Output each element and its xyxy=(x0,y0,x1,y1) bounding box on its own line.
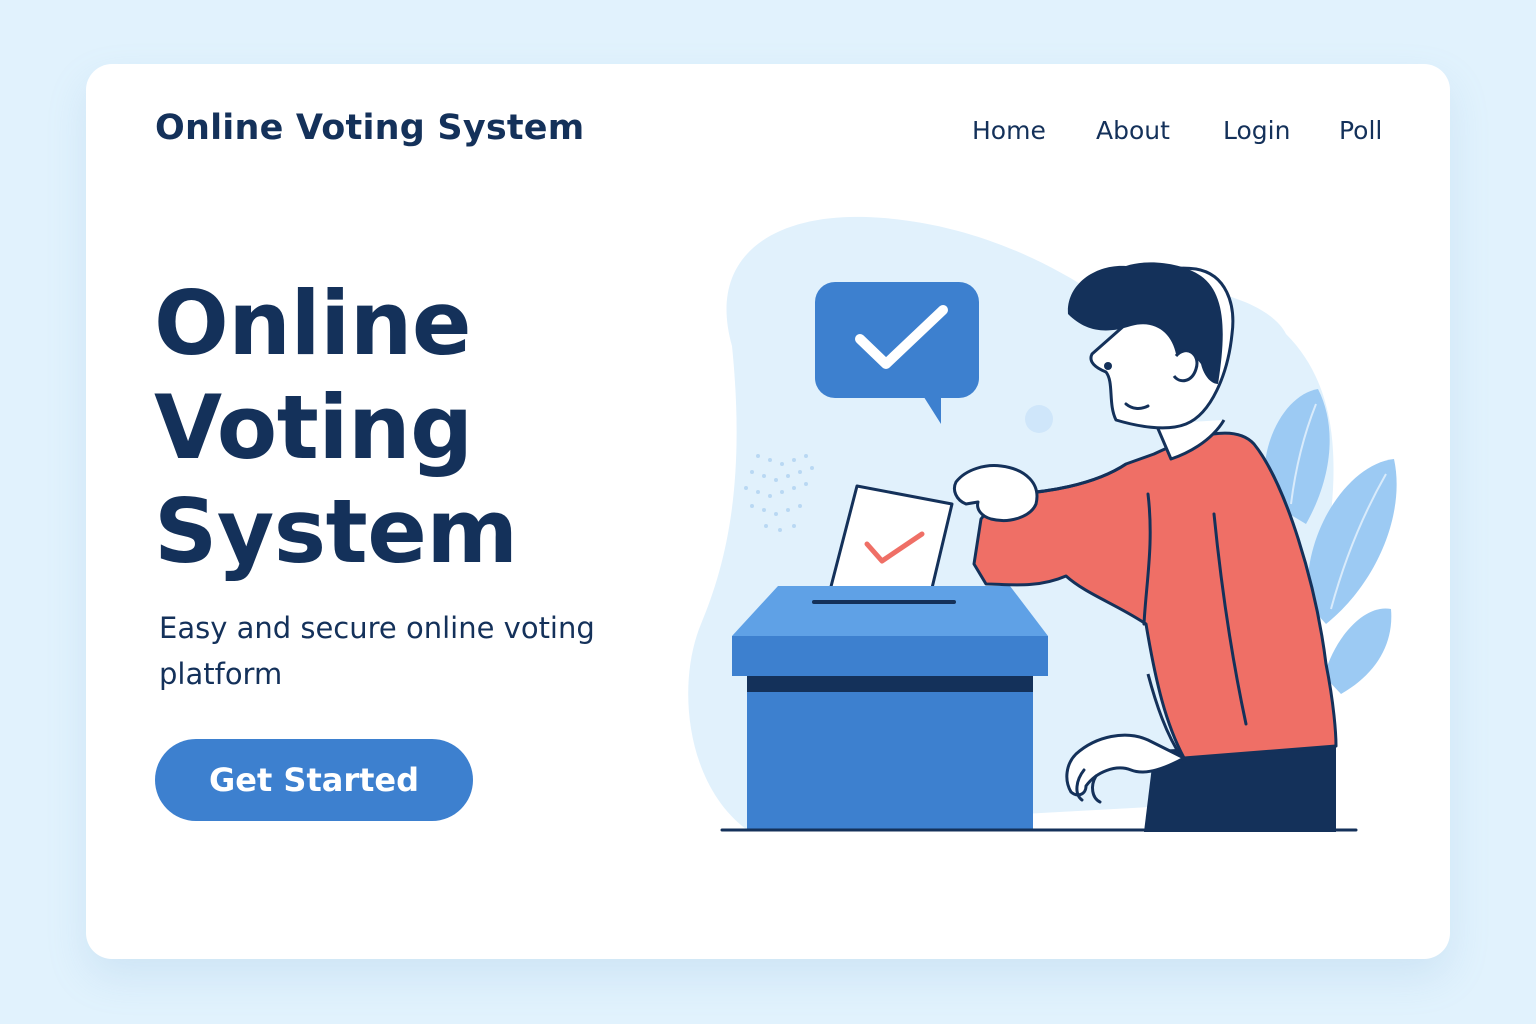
hero-subtitle: Easy and secure online voting platform xyxy=(159,611,595,691)
voter-figure xyxy=(952,262,1338,832)
leaf-decoration xyxy=(1264,389,1397,694)
landing-card: Online Voting System Home About Login Po… xyxy=(86,64,1450,959)
ballot-paper xyxy=(825,484,954,611)
hero-title-line-3: System xyxy=(154,480,518,583)
bubble-dot xyxy=(1025,405,1053,433)
nav-poll[interactable]: Poll xyxy=(1339,116,1382,145)
hero-title-line-1: Online xyxy=(154,272,472,375)
hero-title-line-2: Voting xyxy=(154,376,473,479)
check-icon xyxy=(815,282,979,424)
dots-decoration xyxy=(744,454,814,532)
nav-home[interactable]: Home xyxy=(972,116,1046,145)
site-brand[interactable]: Online Voting System xyxy=(155,108,584,148)
background-blob xyxy=(688,216,1334,830)
ballot-box xyxy=(732,586,1048,830)
nav-about[interactable]: About xyxy=(1096,116,1170,145)
get-started-button[interactable]: Get Started xyxy=(155,739,473,821)
nav-login[interactable]: Login xyxy=(1223,116,1290,145)
hero-title: Online Voting System xyxy=(154,272,518,584)
